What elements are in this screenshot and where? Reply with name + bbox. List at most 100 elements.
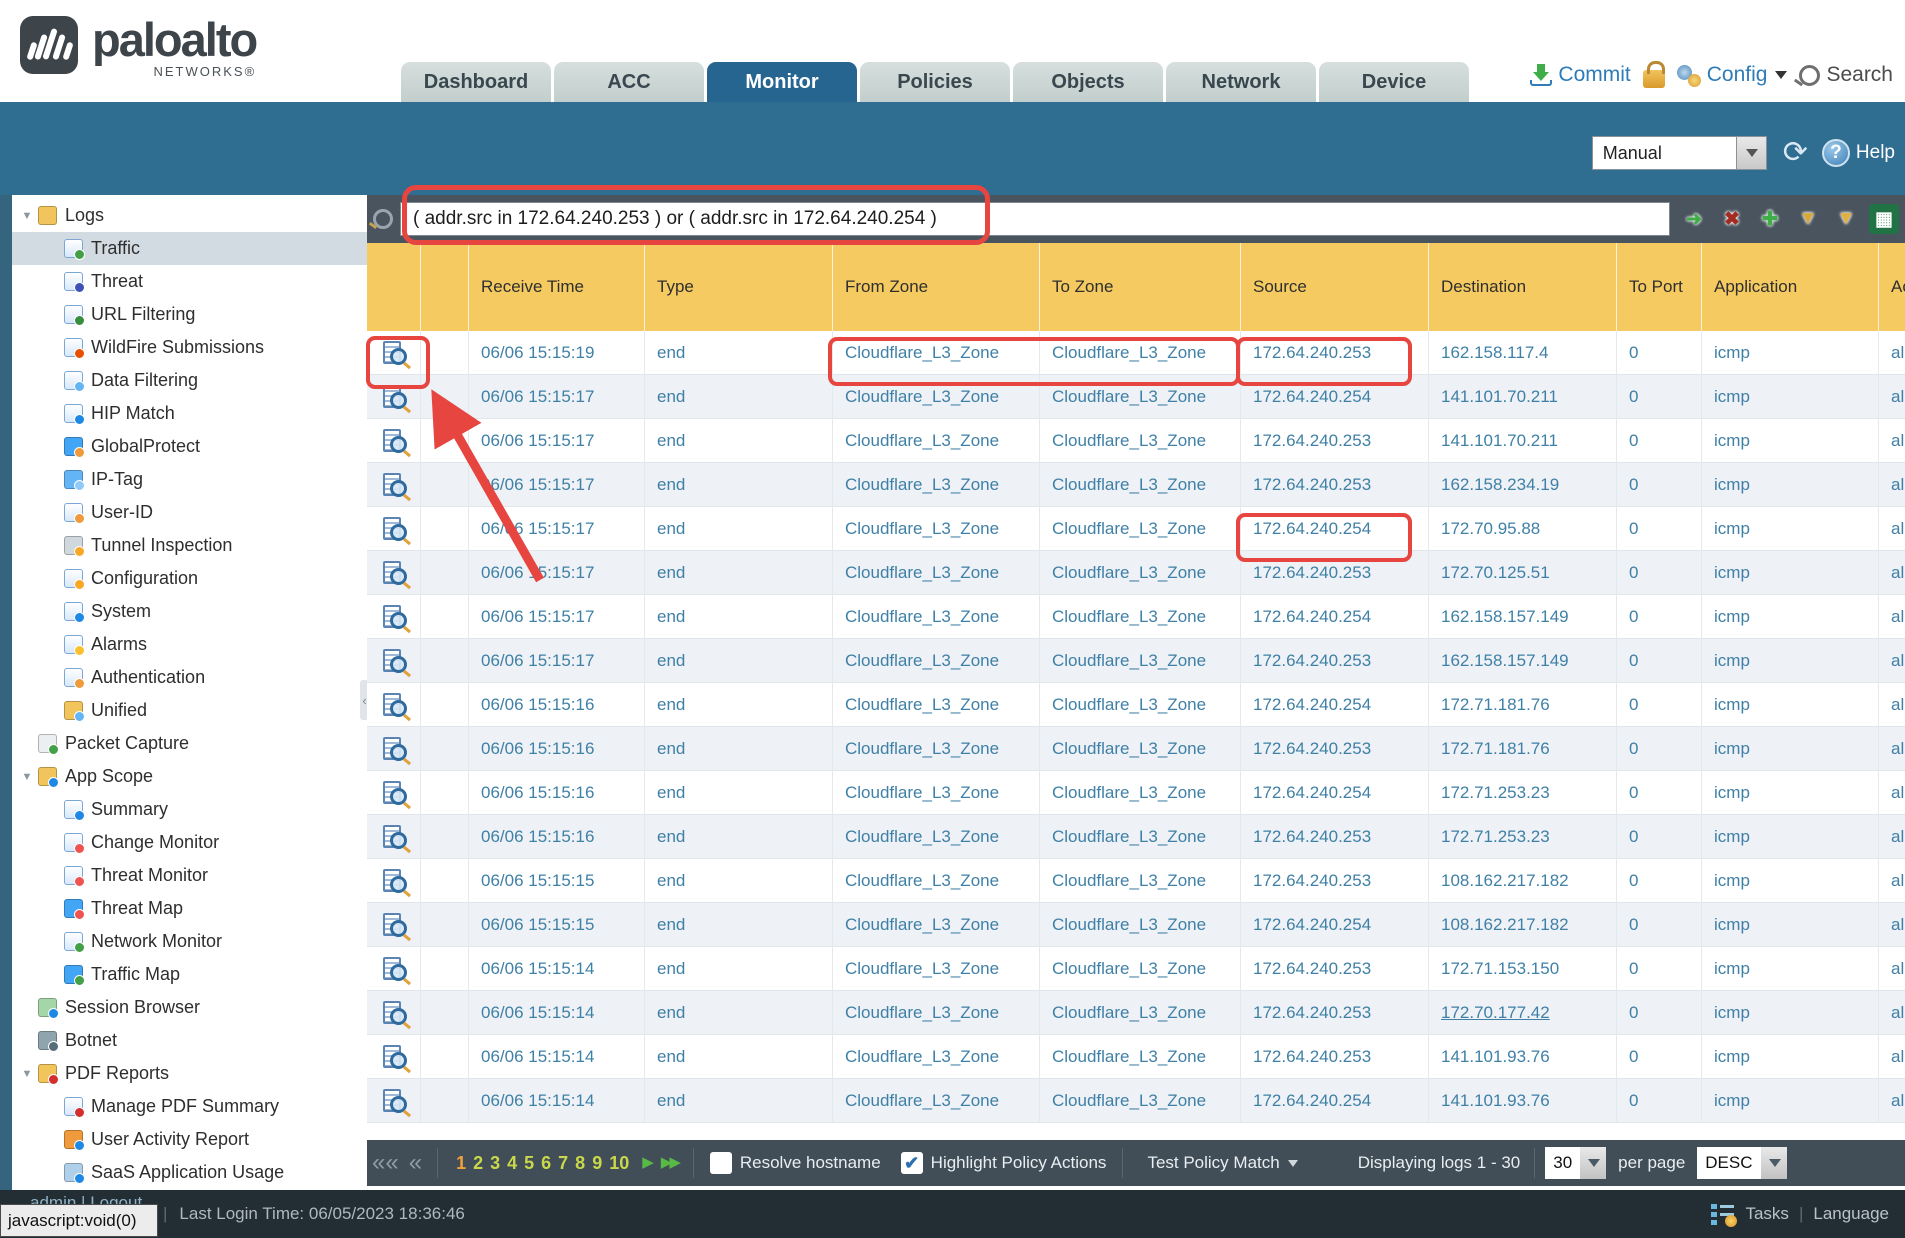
tab-acc[interactable]: ACC bbox=[554, 62, 704, 102]
tab-device[interactable]: Device bbox=[1319, 62, 1469, 102]
expander-icon[interactable]: ▼ bbox=[16, 210, 38, 222]
sidebar-item-alarms[interactable]: Alarms bbox=[12, 628, 367, 661]
log-detail-icon[interactable] bbox=[381, 340, 407, 365]
sidebar-item-wildfire-submissions[interactable]: WildFire Submissions bbox=[12, 331, 367, 364]
log-filter-input[interactable]: ( addr.src in 172.64.240.253 ) or ( addr… bbox=[400, 202, 1670, 236]
log-detail-icon[interactable] bbox=[381, 780, 407, 805]
sidebar-item-summary[interactable]: Summary bbox=[12, 793, 367, 826]
sidebar-item-threat-map[interactable]: Threat Map bbox=[12, 892, 367, 925]
sidebar-item-traffic-map[interactable]: Traffic Map bbox=[12, 958, 367, 991]
page-number-10[interactable]: 10 bbox=[609, 1153, 629, 1174]
column-header-receive-time[interactable]: Receive Time bbox=[468, 243, 644, 331]
column-header-destination[interactable]: Destination bbox=[1428, 243, 1616, 331]
column-header-action[interactable]: Action bbox=[1878, 243, 1905, 331]
sidebar-item-manage-pdf-summary[interactable]: Manage PDF Summary bbox=[12, 1090, 367, 1123]
page-number-9[interactable]: 9 bbox=[592, 1153, 602, 1174]
sidebar-item-url-filtering[interactable]: URL Filtering bbox=[12, 298, 367, 331]
per-page-select[interactable]: 30 bbox=[1545, 1147, 1606, 1179]
log-detail-icon[interactable] bbox=[381, 516, 407, 541]
sidebar-item-packet-capture[interactable]: Packet Capture bbox=[12, 727, 367, 760]
sidebar-item-pdf-reports[interactable]: ▼PDF Reports bbox=[12, 1057, 367, 1090]
sidebar-item-threat-monitor[interactable]: Threat Monitor bbox=[12, 859, 367, 892]
log-detail-icon[interactable] bbox=[381, 560, 407, 585]
column-header-type[interactable]: Type bbox=[644, 243, 832, 331]
expander-icon[interactable]: ▼ bbox=[16, 771, 38, 783]
export-to-csv-icon[interactable]: ▦ bbox=[1869, 204, 1899, 234]
column-header-application[interactable]: Application bbox=[1701, 243, 1878, 331]
sidebar-item-user-activity-report[interactable]: User Activity Report bbox=[12, 1123, 367, 1156]
sidebar-item-saas-application-usage[interactable]: SaaS Application Usage bbox=[12, 1156, 367, 1189]
sidebar-item-tunnel-inspection[interactable]: Tunnel Inspection bbox=[12, 529, 367, 562]
sidebar-item-globalprotect[interactable]: GlobalProtect bbox=[12, 430, 367, 463]
sidebar-item-system[interactable]: System bbox=[12, 595, 367, 628]
filter-builder-icon[interactable]: ▼ bbox=[1793, 204, 1823, 234]
commit-button[interactable]: Commit bbox=[1530, 63, 1630, 87]
lock-icon[interactable] bbox=[1643, 70, 1665, 88]
page-number-2[interactable]: 2 bbox=[473, 1153, 483, 1174]
apply-filter-icon[interactable]: ➜ bbox=[1679, 204, 1709, 234]
sidebar-item-traffic[interactable]: Traffic bbox=[12, 232, 367, 265]
destination-link[interactable]: 172.70.177.42 bbox=[1441, 1003, 1550, 1023]
sidebar-item-logs[interactable]: ▼Logs bbox=[12, 199, 367, 232]
page-number-1[interactable]: 1 bbox=[456, 1153, 466, 1174]
column-header-source[interactable]: Source bbox=[1240, 243, 1428, 331]
sidebar-item-data-filtering[interactable]: Data Filtering bbox=[12, 364, 367, 397]
sidebar-item-user-id[interactable]: User-ID bbox=[12, 496, 367, 529]
sidebar-item-app-scope[interactable]: ▼App Scope bbox=[12, 760, 367, 793]
column-header-to-zone[interactable]: To Zone bbox=[1039, 243, 1240, 331]
sidebar-item-network-monitor[interactable]: Network Monitor bbox=[12, 925, 367, 958]
tab-dashboard[interactable]: Dashboard bbox=[401, 62, 551, 102]
tab-network[interactable]: Network bbox=[1166, 62, 1316, 102]
language-link[interactable]: Language bbox=[1813, 1204, 1889, 1224]
log-detail-icon[interactable] bbox=[381, 1088, 407, 1113]
sidebar-item-authentication[interactable]: Authentication bbox=[12, 661, 367, 694]
page-number-6[interactable]: 6 bbox=[541, 1153, 551, 1174]
page-number-3[interactable]: 3 bbox=[490, 1153, 500, 1174]
highlight-policy-actions-checkbox[interactable]: ✔ bbox=[901, 1152, 923, 1174]
sidebar-item-ip-tag[interactable]: IP-Tag bbox=[12, 463, 367, 496]
clear-filter-icon[interactable]: ✖ bbox=[1717, 204, 1747, 234]
page-number-4[interactable]: 4 bbox=[507, 1153, 517, 1174]
add-filter-icon[interactable]: ✚ bbox=[1755, 204, 1785, 234]
log-detail-icon[interactable] bbox=[381, 1000, 407, 1025]
tab-policies[interactable]: Policies bbox=[860, 62, 1010, 102]
tasks-link[interactable]: Tasks bbox=[1745, 1204, 1788, 1224]
log-detail-icon[interactable] bbox=[381, 1044, 407, 1069]
column-header-from-zone[interactable]: From Zone bbox=[832, 243, 1039, 331]
saved-filters-icon[interactable]: ▼ bbox=[1831, 204, 1861, 234]
prev-page-icon[interactable]: « bbox=[409, 1153, 422, 1173]
refresh-mode-select-arrow[interactable] bbox=[1737, 136, 1767, 170]
log-detail-icon[interactable] bbox=[381, 648, 407, 673]
test-policy-match-dropdown[interactable]: Test Policy Match bbox=[1147, 1153, 1297, 1173]
sidebar-item-change-monitor[interactable]: Change Monitor bbox=[12, 826, 367, 859]
page-number-7[interactable]: 7 bbox=[558, 1153, 568, 1174]
log-detail-icon[interactable] bbox=[381, 692, 407, 717]
help-label[interactable]: Help bbox=[1856, 142, 1895, 164]
log-detail-icon[interactable] bbox=[381, 472, 407, 497]
log-detail-icon[interactable] bbox=[381, 736, 407, 761]
log-detail-icon[interactable] bbox=[381, 912, 407, 937]
sidebar-item-hip-match[interactable]: HIP Match bbox=[12, 397, 367, 430]
config-menu-button[interactable]: Config bbox=[1677, 63, 1788, 87]
sort-order-select-arrow[interactable] bbox=[1761, 1147, 1787, 1179]
column-header-to-port[interactable]: To Port bbox=[1616, 243, 1701, 331]
sort-order-select[interactable]: DESC bbox=[1697, 1147, 1786, 1179]
next-page-icon[interactable]: ▶ bbox=[642, 1153, 651, 1173]
page-number-8[interactable]: 8 bbox=[575, 1153, 585, 1174]
help-icon[interactable]: ? bbox=[1822, 139, 1850, 167]
log-detail-icon[interactable] bbox=[381, 604, 407, 629]
page-number-5[interactable]: 5 bbox=[524, 1153, 534, 1174]
log-detail-icon[interactable] bbox=[381, 956, 407, 981]
per-page-select-arrow[interactable] bbox=[1580, 1147, 1606, 1179]
log-detail-icon[interactable] bbox=[381, 384, 407, 409]
sidebar-item-session-browser[interactable]: Session Browser bbox=[12, 991, 367, 1024]
log-detail-icon[interactable] bbox=[381, 868, 407, 893]
refresh-icon[interactable]: ⟳ bbox=[1783, 139, 1808, 167]
resolve-hostname-checkbox[interactable] bbox=[710, 1152, 732, 1174]
log-detail-icon[interactable] bbox=[381, 824, 407, 849]
global-search-button[interactable]: Search bbox=[1799, 63, 1893, 87]
tab-objects[interactable]: Objects bbox=[1013, 62, 1163, 102]
sidebar-item-botnet[interactable]: Botnet bbox=[12, 1024, 367, 1057]
expander-icon[interactable]: ▼ bbox=[16, 1068, 38, 1080]
log-detail-icon[interactable] bbox=[381, 428, 407, 453]
